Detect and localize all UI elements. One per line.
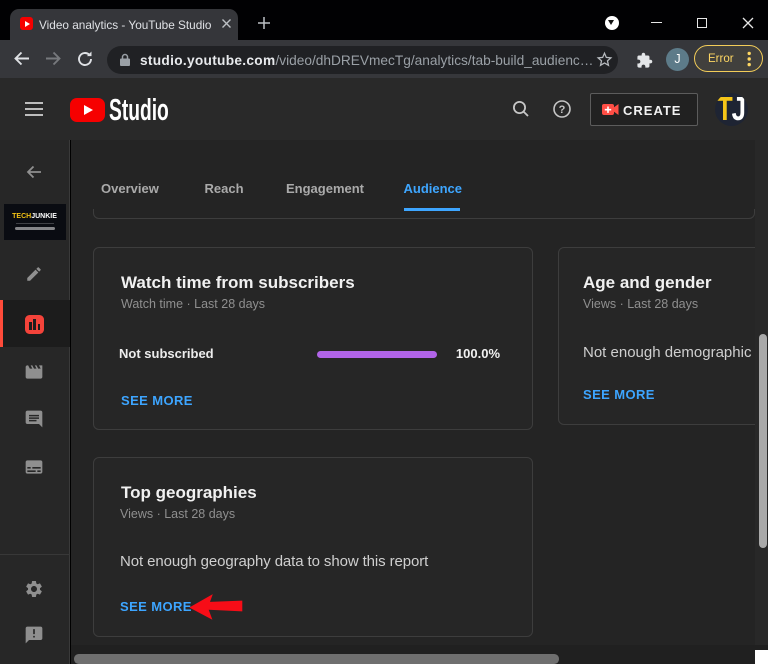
svg-text:?: ? (558, 104, 565, 116)
